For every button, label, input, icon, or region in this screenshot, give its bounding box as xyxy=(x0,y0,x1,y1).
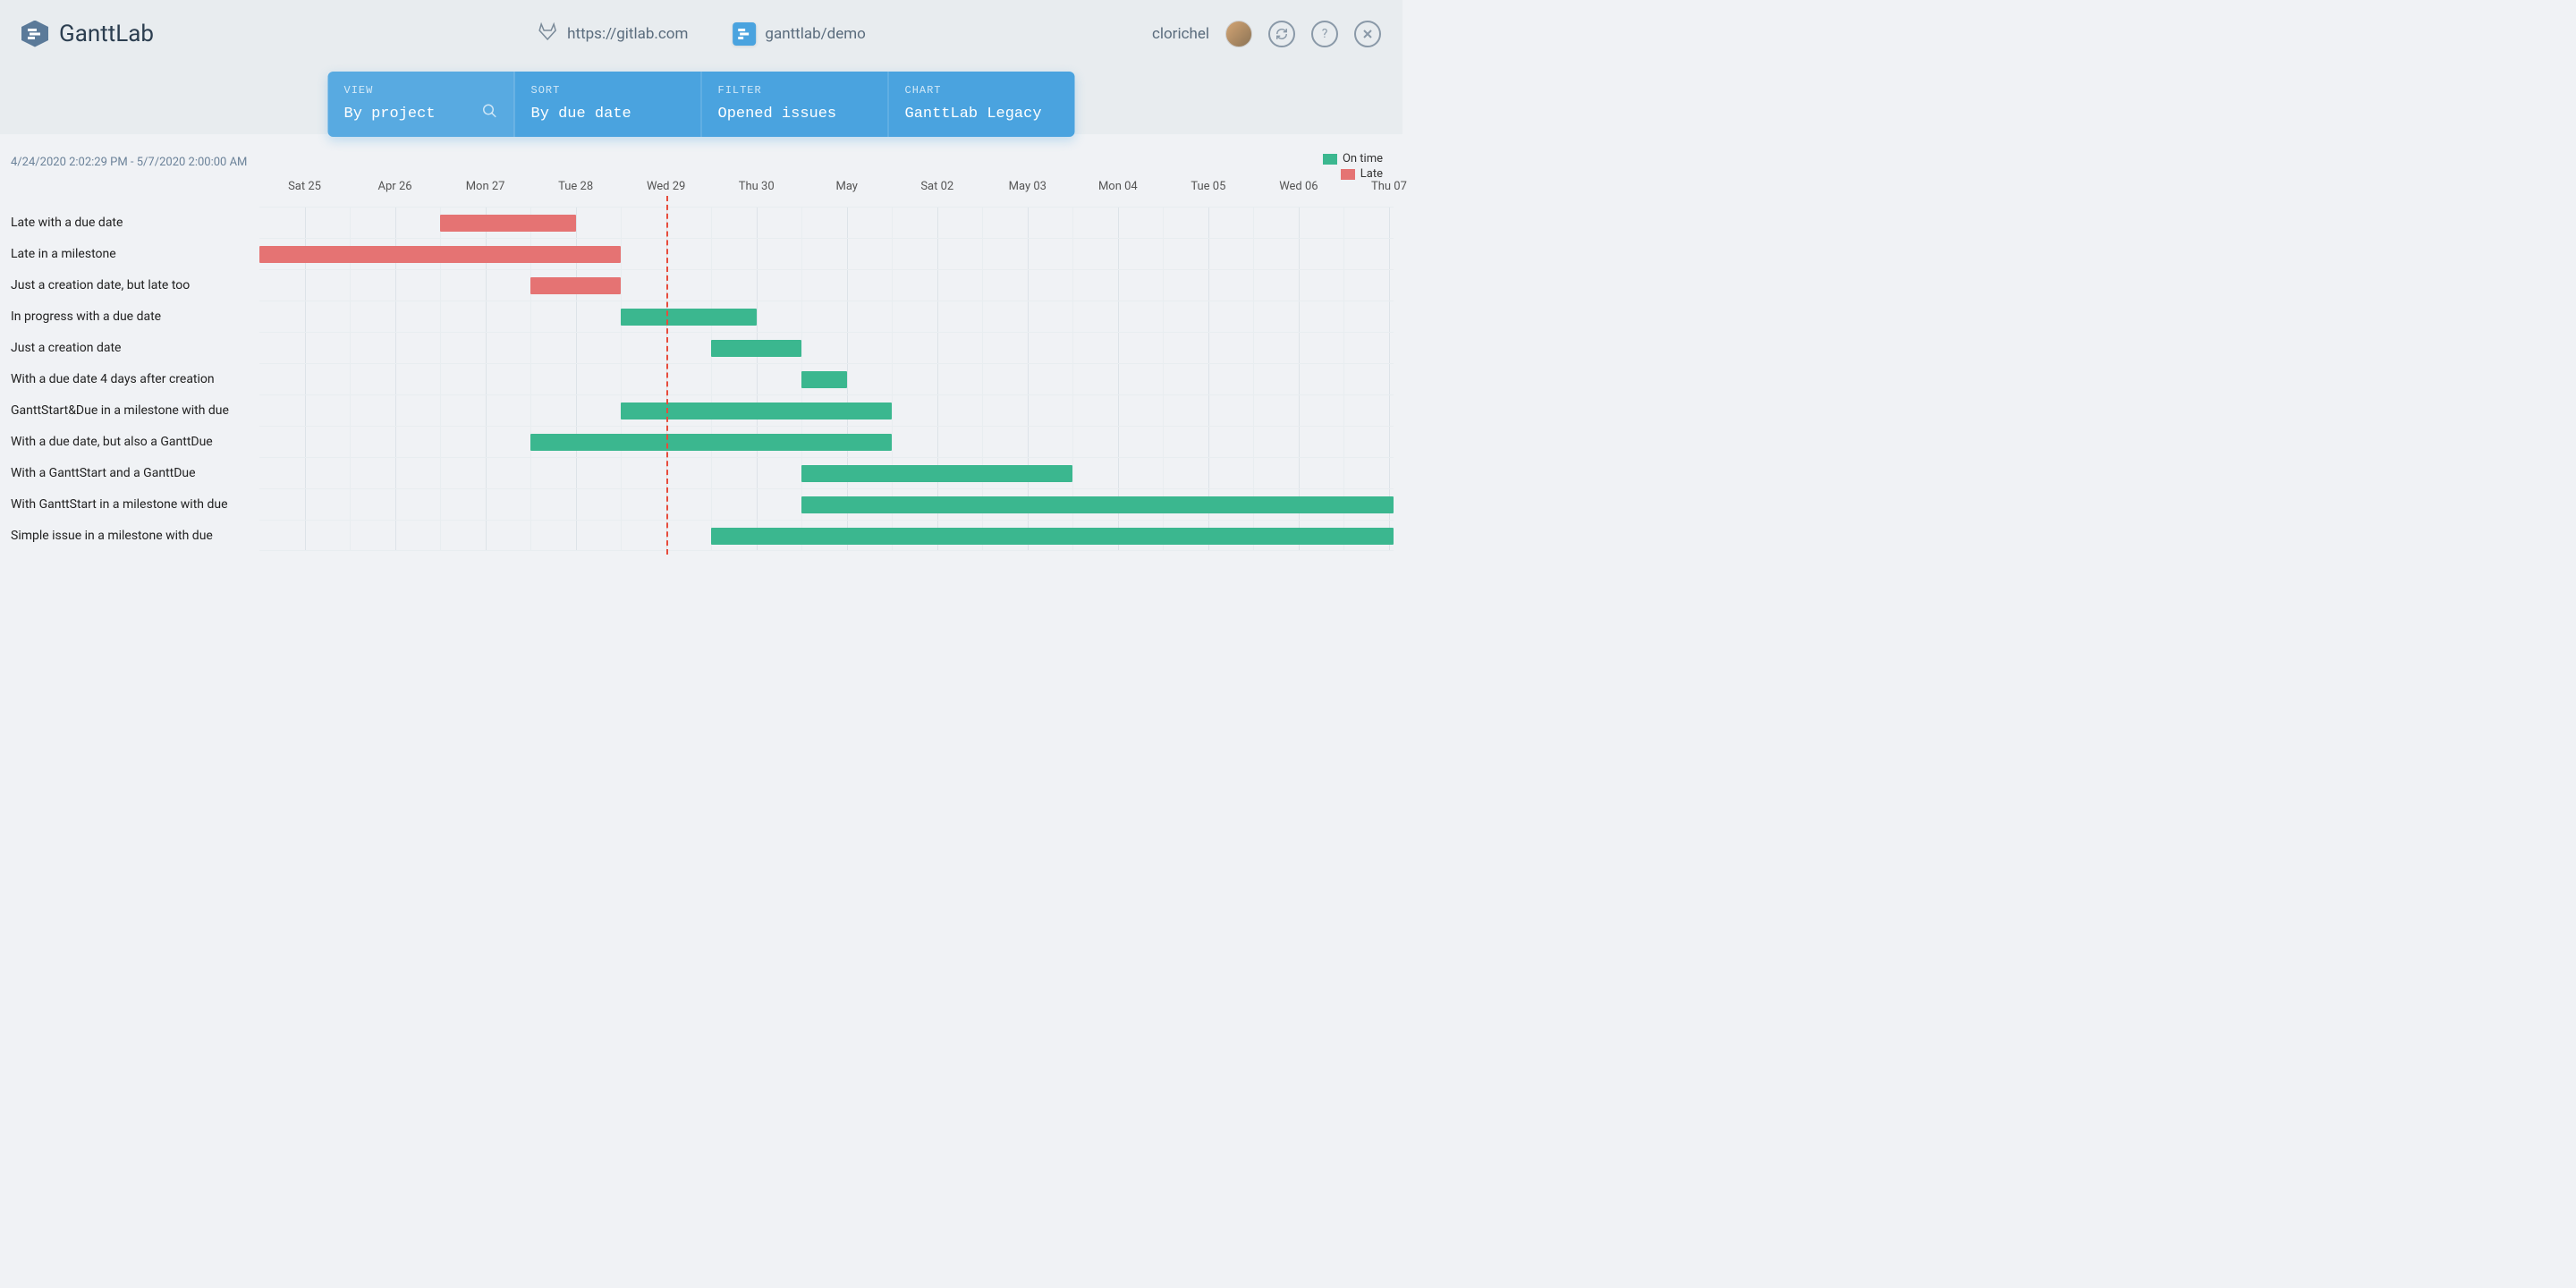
gantt-bar[interactable] xyxy=(801,496,1394,513)
timeline-date: Sat 25 xyxy=(288,180,321,193)
task-label-column: Late with a due dateLate in a milestoneJ… xyxy=(9,180,259,551)
gantt-row xyxy=(259,457,1394,488)
gantt-bar[interactable] xyxy=(711,340,801,357)
chart-label: CHART xyxy=(905,84,1059,97)
header-right: clorichel ? xyxy=(1152,21,1381,47)
ganttlab-logo-icon xyxy=(21,21,48,47)
gantt-bar[interactable] xyxy=(259,246,621,263)
project-link[interactable]: ganttlab/demo xyxy=(733,22,865,46)
task-label[interactable]: Late with a due date xyxy=(9,207,259,238)
chart-value: GanttLab Legacy xyxy=(905,106,1059,123)
gantt-bar[interactable] xyxy=(440,215,576,232)
header-center-links: https://gitlab.com ganttlab/demo xyxy=(537,21,866,47)
legend-late: Late xyxy=(1341,167,1383,181)
search-icon xyxy=(482,103,498,123)
filter-value: Opened issues xyxy=(718,106,872,123)
legend-late-label: Late xyxy=(1360,167,1383,181)
project-icon xyxy=(733,22,756,46)
task-label[interactable]: Just a creation date, but late too xyxy=(9,269,259,301)
control-bar: VIEW By project SORT By due date FILTER … xyxy=(328,72,1075,137)
task-label[interactable]: With GanttStart in a milestone with due xyxy=(9,488,259,520)
app-header: GanttLab https://gitlab.com ganttlab/dem… xyxy=(0,0,1402,67)
task-label[interactable]: Simple issue in a milestone with due xyxy=(9,520,259,551)
gantt-row xyxy=(259,269,1394,301)
logo-group[interactable]: GanttLab xyxy=(21,21,154,47)
task-label[interactable]: In progress with a due date xyxy=(9,301,259,332)
chart-area: On time Late 4/24/2020 2:02:29 PM - 5/7/… xyxy=(0,134,1402,560)
view-value: By project xyxy=(344,106,498,123)
gantt-row xyxy=(259,238,1394,269)
gantt-bar[interactable] xyxy=(711,528,1394,545)
gantt-row xyxy=(259,363,1394,394)
sort-value: By due date xyxy=(531,106,685,123)
gitlab-url-text: https://gitlab.com xyxy=(567,25,688,43)
timeline-date: Mon 04 xyxy=(1098,180,1138,193)
timeline-header: Sat 25 Apr 26 Mon 27 Tue 28 Wed 29 Thu 30 May S… xyxy=(259,180,1394,207)
today-line xyxy=(666,196,668,555)
legend-swatch-ontime xyxy=(1323,154,1337,165)
legend-on-time: On time xyxy=(1323,152,1383,165)
task-label[interactable]: Just a creation date xyxy=(9,332,259,363)
timeline-date: Sat 02 xyxy=(920,180,953,193)
gantt-row xyxy=(259,488,1394,520)
timeline-date: Thu 07 xyxy=(1371,180,1407,193)
timeline-date: May xyxy=(835,180,857,193)
task-label[interactable]: With a due date, but also a GanttDue xyxy=(9,426,259,457)
filter-label: FILTER xyxy=(718,84,872,97)
chart-control[interactable]: CHART GanttLab Legacy xyxy=(889,72,1075,137)
gitlab-icon xyxy=(537,21,558,47)
sort-label: SORT xyxy=(531,84,685,97)
task-label[interactable]: GanttStart&Due in a milestone with due xyxy=(9,394,259,426)
filter-control[interactable]: FILTER Opened issues xyxy=(702,72,889,137)
gantt-chart: Late with a due dateLate in a milestoneJ… xyxy=(9,180,1394,551)
timeline-date: Apr 26 xyxy=(378,180,412,193)
timeline-date: Thu 30 xyxy=(739,180,775,193)
timeline-body xyxy=(259,207,1394,551)
gantt-row xyxy=(259,301,1394,332)
gantt-row xyxy=(259,394,1394,426)
gantt-row xyxy=(259,520,1394,551)
gitlab-link[interactable]: https://gitlab.com xyxy=(537,21,688,47)
timeline-column: Sat 25 Apr 26 Mon 27 Tue 28 Wed 29 Thu 30 May S… xyxy=(259,180,1394,551)
timeline-date: Tue 28 xyxy=(558,180,593,193)
timeline-date: Tue 05 xyxy=(1191,180,1225,193)
legend-swatch-late xyxy=(1341,169,1355,180)
gantt-bar[interactable] xyxy=(530,434,892,451)
gantt-row xyxy=(259,426,1394,457)
gantt-row xyxy=(259,332,1394,363)
gantt-bar[interactable] xyxy=(621,402,892,419)
legend-ontime-label: On time xyxy=(1343,152,1383,165)
gantt-bar[interactable] xyxy=(621,309,757,326)
task-label[interactable]: With a due date 4 days after creation xyxy=(9,363,259,394)
gantt-bar[interactable] xyxy=(801,371,847,388)
view-control[interactable]: VIEW By project xyxy=(328,72,515,137)
help-button[interactable]: ? xyxy=(1311,21,1338,47)
username-text[interactable]: clorichel xyxy=(1152,25,1209,43)
gantt-bar[interactable] xyxy=(801,465,1072,482)
timeline-date: Mon 27 xyxy=(466,180,505,193)
timeline-date: Wed 06 xyxy=(1279,180,1318,193)
timeline-date: May 03 xyxy=(1009,180,1046,193)
avatar[interactable] xyxy=(1225,21,1252,47)
task-label[interactable]: Late in a milestone xyxy=(9,238,259,269)
sort-control[interactable]: SORT By due date xyxy=(515,72,702,137)
gantt-bar[interactable] xyxy=(530,277,621,294)
project-path-text: ganttlab/demo xyxy=(765,25,865,43)
view-label: VIEW xyxy=(344,84,498,97)
close-button[interactable] xyxy=(1354,21,1381,47)
timeline-date: Wed 29 xyxy=(647,180,685,193)
app-title: GanttLab xyxy=(59,21,154,47)
task-label[interactable]: With a GanttStart and a GanttDue xyxy=(9,457,259,488)
refresh-button[interactable] xyxy=(1268,21,1295,47)
date-range-text: 4/24/2020 2:02:29 PM - 5/7/2020 2:00:00 … xyxy=(9,156,1394,169)
gantt-row xyxy=(259,207,1394,238)
control-bar-container: VIEW By project SORT By due date FILTER … xyxy=(0,67,1402,134)
